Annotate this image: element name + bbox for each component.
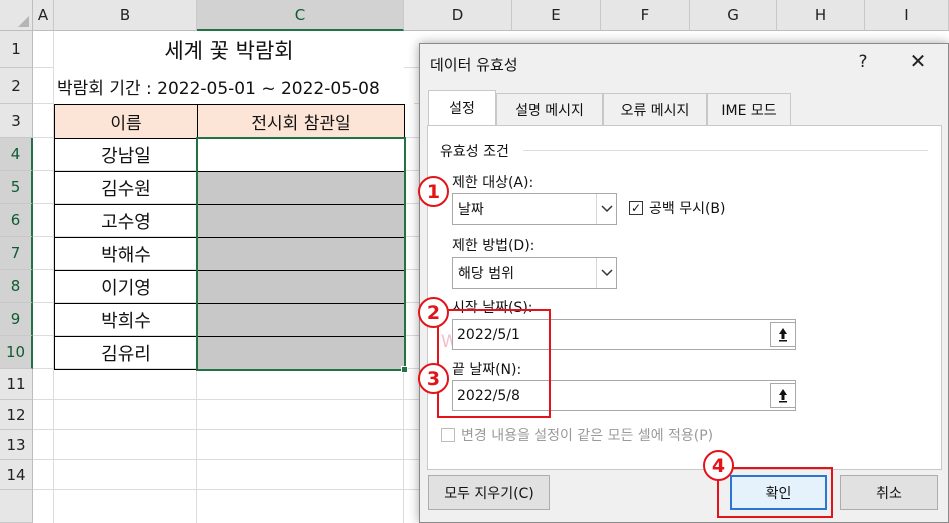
column-header-g[interactable]: G [690, 0, 777, 31]
clear-all-button[interactable]: 모두 지우기(C) [428, 475, 550, 510]
tab-error-alert[interactable]: 오류 메시지 [603, 93, 707, 125]
step-badge-4: 4 [703, 450, 734, 481]
row-header-13[interactable]: 13 [0, 430, 33, 460]
cancel-button[interactable]: 취소 [840, 475, 938, 510]
name-cell[interactable]: 고수영 [54, 204, 198, 238]
row-header-7[interactable]: 7 [0, 237, 33, 270]
row-header-11[interactable]: 11 [0, 369, 33, 400]
row-header-1[interactable]: 1 [0, 31, 33, 68]
collapse-dialog-icon[interactable] [770, 383, 796, 408]
fill-handle[interactable] [401, 366, 408, 373]
step-badge-3: 3 [418, 363, 449, 394]
close-icon[interactable]: ✕ [906, 49, 930, 73]
period-cell[interactable]: 박람회 기간 : 2022-05-01 ~ 2022-05-08 [54, 68, 414, 104]
column-header-f[interactable]: F [601, 0, 690, 31]
tab-settings[interactable]: 설정 [428, 90, 496, 125]
name-cell[interactable]: 박희수 [54, 303, 198, 337]
apply-all-label: 변경 내용을 설정이 같은 모든 셀에 적용(P) [461, 428, 714, 444]
row-header-15[interactable] [0, 490, 33, 523]
column-header-i[interactable]: I [865, 0, 949, 31]
column-header-a[interactable]: A [33, 0, 54, 31]
column-header-e[interactable]: E [512, 0, 601, 31]
section-divider [523, 150, 928, 151]
highlight-date-fields [437, 309, 551, 418]
collapse-dialog-icon[interactable] [770, 322, 796, 347]
ignore-blank-checkbox[interactable]: ✓ [629, 201, 643, 215]
name-cell[interactable]: 김수원 [54, 171, 198, 205]
column-header-c[interactable]: C [197, 0, 404, 31]
row-header-12[interactable]: 12 [0, 400, 33, 430]
column-header-b[interactable]: B [54, 0, 197, 31]
header-name-cell[interactable]: 이름 [54, 104, 198, 139]
column-header-h[interactable]: H [777, 0, 865, 31]
row-header-6[interactable]: 6 [0, 204, 33, 237]
row-header-14[interactable]: 14 [0, 460, 33, 490]
dialog-title: 데이터 유효성 [430, 56, 518, 74]
ignore-blank-label: 공백 무시(B) [649, 201, 726, 217]
row-header-8[interactable]: 8 [0, 270, 33, 303]
row-header-9[interactable]: 9 [0, 303, 33, 336]
name-cell[interactable]: 이기영 [54, 270, 198, 304]
section-title: 유효성 조건 [440, 144, 509, 160]
select-all-corner[interactable] [0, 0, 33, 31]
name-cell[interactable]: 박해수 [54, 237, 198, 271]
row-header-10[interactable]: 10 [0, 336, 33, 369]
allow-value: 날짜 [458, 202, 484, 218]
tab-ime-mode[interactable]: IME 모드 [707, 93, 791, 125]
chevron-down-icon[interactable] [596, 258, 616, 288]
name-cell[interactable]: 김유리 [54, 336, 198, 370]
highlight-ok-button [717, 467, 833, 518]
step-badge-2: 2 [418, 297, 449, 328]
selection-range [196, 137, 406, 371]
settings-panel: 유효성 조건 WITHN 제한 대상(A): 날짜 ✓ 공백 무시(B) 제한 … [427, 125, 942, 470]
apply-all-checkbox[interactable] [441, 428, 455, 442]
data-label: 제한 방법(D): [452, 238, 535, 254]
chevron-down-icon[interactable] [596, 194, 616, 224]
data-value: 해당 범위 [458, 266, 514, 282]
header-date-cell[interactable]: 전시회 참관일 [197, 104, 405, 139]
tab-input-message[interactable]: 설명 메시지 [496, 93, 603, 125]
data-combobox[interactable]: 해당 범위 [452, 257, 617, 289]
column-header-d[interactable]: D [404, 0, 512, 31]
title-cell[interactable]: 세계 꽃 박람회 [54, 31, 404, 68]
row-header-3[interactable]: 3 [0, 104, 33, 138]
row-header-5[interactable]: 5 [0, 171, 33, 204]
help-button[interactable]: ? [853, 52, 873, 72]
allow-combobox[interactable]: 날짜 [452, 193, 617, 225]
row-header-2[interactable]: 2 [0, 68, 33, 104]
allow-label: 제한 대상(A): [452, 175, 534, 191]
step-badge-1: 1 [418, 176, 449, 207]
data-validation-dialog: 데이터 유효성 ? ✕ 설정 설명 메시지 오류 메시지 IME 모드 유효성 … [419, 43, 949, 523]
name-cell[interactable]: 강남일 [54, 138, 198, 172]
row-header-4[interactable]: 4 [0, 138, 33, 171]
